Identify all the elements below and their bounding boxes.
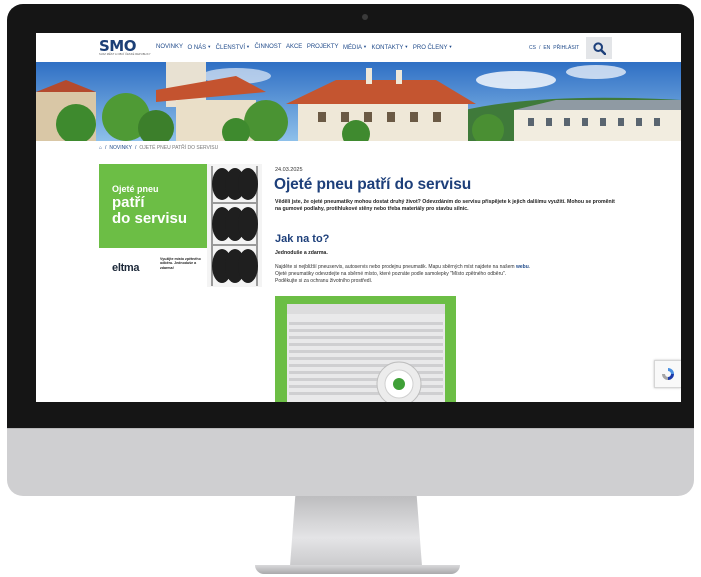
nav-item-cinnost[interactable]: ČINNOST (254, 44, 281, 51)
top-navbar: SMO SVAZ MĚST A OBCÍ ČESKÉ REPUBLIKY NOV… (36, 33, 681, 62)
article-subheading: Jednoduše a zdarma. (275, 250, 328, 256)
breadcrumb-novinky-link[interactable]: NOVINKY (109, 145, 132, 151)
eltma-logo: eltma (112, 262, 140, 274)
article-title: Ojeté pneu patří do servisu (274, 176, 472, 193)
login-link[interactable]: PŘIHLÁSIT (553, 45, 579, 51)
caret-down-icon: ▼ (448, 44, 453, 49)
article-date: 24.03.2025 (275, 167, 303, 173)
browser-screen: SMO SVAZ MĚST A OBCÍ ČESKÉ REPUBLIKY NOV… (36, 33, 681, 402)
logo-text: SMO (99, 37, 136, 55)
tire-rack-illustration (207, 164, 262, 287)
article-body: Najděte si nejbližší pneuservis, autoser… (275, 264, 625, 285)
breadcrumb-current: OJETÉ PNEU PATŘÍ DO SERVISU (139, 145, 219, 151)
camera-dot (362, 14, 368, 20)
banner-line-3: do servisu (112, 210, 188, 227)
article-heading: Jak na to? (275, 233, 330, 245)
search-icon (592, 41, 606, 55)
nav-item-novinky[interactable]: NOVINKY (156, 44, 183, 51)
caret-down-icon: ▼ (207, 44, 212, 49)
recaptcha-icon (662, 368, 674, 380)
article-para-1b: . (528, 264, 531, 270)
chin-divider (7, 428, 694, 429)
search-button[interactable] (586, 37, 612, 59)
logo-tagline: SVAZ MĚST A OBCÍ ČESKÉ REPUBLIKY (99, 53, 151, 56)
article-lead: Věděli jste, že ojeté pneumatiky mohou d… (275, 199, 615, 212)
eltma-ad-banner[interactable]: Ojeté pneu patří do servisu eltma Využij… (99, 164, 262, 287)
nav-item-media[interactable]: MÉDIA▼ (343, 44, 367, 51)
home-icon[interactable]: ⌂ (99, 145, 102, 151)
web-link[interactable]: webu (516, 264, 529, 270)
breadcrumb-separator: / (105, 145, 107, 151)
banner-note: Využijte místo zpětného odběru. Jednoduš… (160, 257, 201, 270)
monitor-chin (7, 428, 694, 496)
banner-line-1: Ojeté pneu (112, 184, 159, 194)
article-para-2: Ojeté pneumatiky odevzdejte na sběrné mí… (275, 271, 507, 277)
nav-item-projekty[interactable]: PROJEKTY (307, 44, 339, 51)
caret-down-icon: ▼ (363, 44, 367, 49)
lang-separator: / (538, 45, 541, 51)
lang-en-link[interactable]: EN (543, 45, 550, 51)
caret-down-icon: ▼ (246, 44, 250, 49)
nav-item-pro-cleny[interactable]: PRO ČLENY▼ (413, 44, 453, 51)
lang-cs-link[interactable]: CS (529, 45, 536, 51)
nav-item-clenstvi[interactable]: ČLENSTVÍ▼ (216, 44, 250, 51)
imac-mockup: SMO SVAZ MĚST A OBCÍ ČESKÉ REPUBLIKY NOV… (0, 0, 701, 577)
hero-panorama-image (36, 62, 681, 141)
monitor-stand (290, 496, 422, 566)
caret-down-icon: ▼ (404, 44, 409, 49)
monitor-foot (255, 565, 460, 574)
recaptcha-badge[interactable] (654, 360, 681, 388)
breadcrumb-separator: / (134, 145, 137, 151)
nav-item-o-nas[interactable]: O NÁS▼ (188, 44, 212, 51)
nav-item-kontakty[interactable]: KONTAKTY▼ (371, 44, 408, 51)
article-para-3: Poděkujte si za ochranu životního prostř… (275, 278, 373, 284)
main-menu: NOVINKY O NÁS▼ ČLENSTVÍ▼ ČINNOST AKCE PR… (156, 44, 453, 51)
smo-logo[interactable]: SMO SVAZ MĚST A OBCÍ ČESKÉ REPUBLIKY (99, 37, 151, 59)
language-switch: CS / EN PŘIHLÁSIT (529, 45, 579, 51)
breadcrumb: ⌂ / NOVINKY / OJETÉ PNEU PATŘÍ DO SERVIS… (99, 145, 218, 151)
nav-item-akce[interactable]: AKCE (286, 44, 302, 51)
article-image (275, 296, 456, 402)
article-para-1a: Najděte si nejbližší pneuservis, autoser… (275, 264, 516, 270)
banner-line-2: patří (112, 194, 145, 211)
